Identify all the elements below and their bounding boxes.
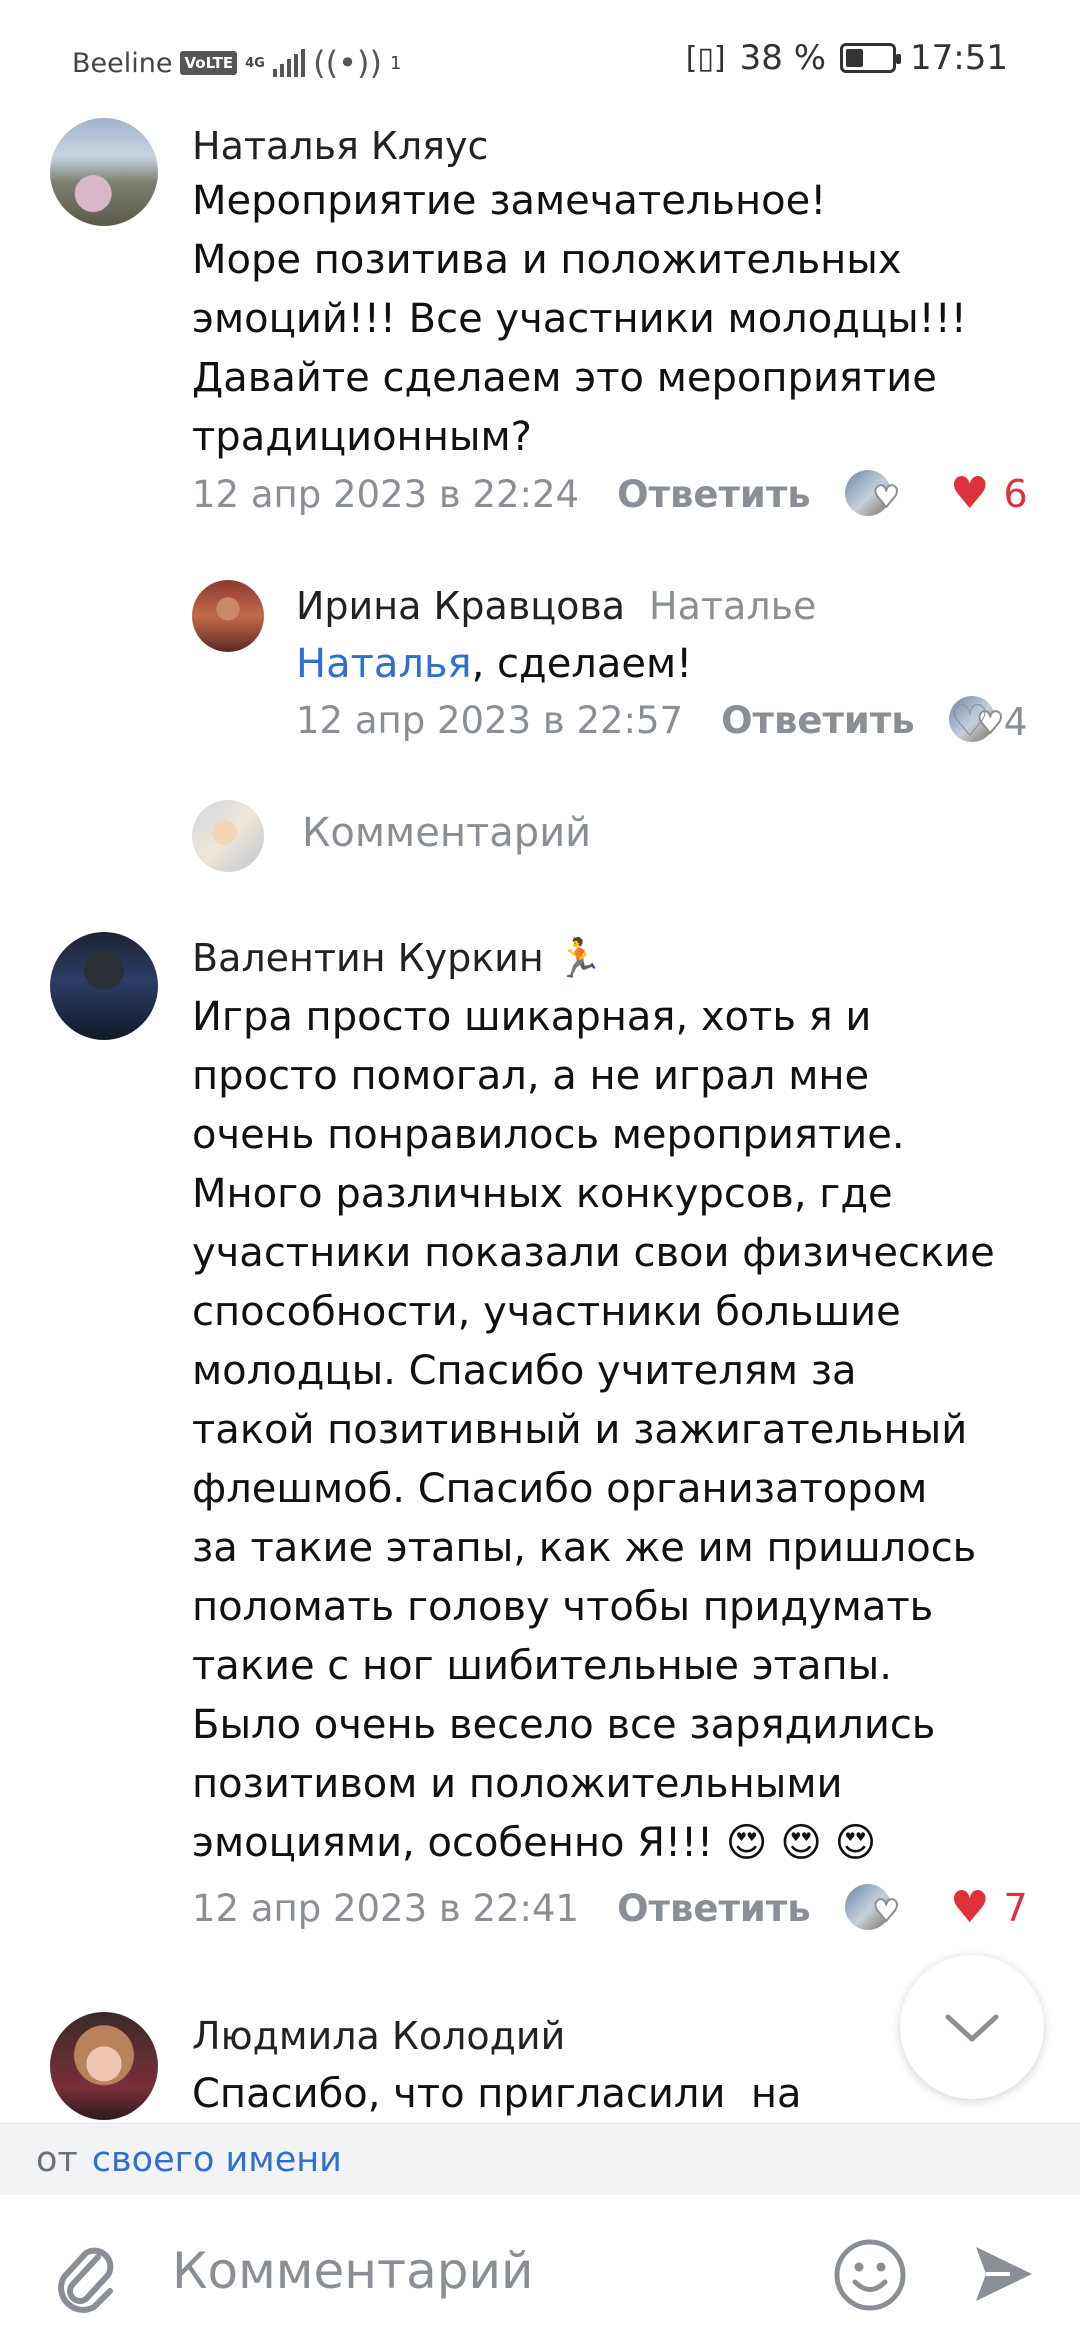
avatar[interactable] — [50, 932, 158, 1040]
status-right: [▯] 38 % 17:51 — [686, 38, 1008, 78]
comment-text: Мероприятие замечательное! Море позитива… — [192, 172, 1080, 467]
current-user-avatar — [192, 800, 264, 872]
reply-button[interactable]: Ответить — [617, 1887, 811, 1930]
comment-text-line: молодцы. Спасибо учителям за — [192, 1348, 857, 1394]
comment-text-line: Игра просто шикарная, хоть я и — [192, 994, 872, 1040]
comment-author[interactable]: Людмила Колодий — [192, 2014, 565, 2058]
comment-text-line: Мероприятие замечательное! — [192, 178, 827, 224]
heart-icon: ♥ — [950, 1882, 990, 1933]
status-bar: Beeline VoLTE 4G ((•)) 1 [▯] 38 % 17:51 — [0, 0, 1080, 104]
comment-date: 12 апр 2023 в 22:41 — [192, 1886, 580, 1930]
comment-text-rest: , сделаем! — [471, 641, 693, 687]
comment-text-line: Много различных конкурсов, где — [192, 1171, 893, 1217]
like-count: 4 — [1003, 699, 1028, 744]
comment-meta: 12 апр 2023 в 22:41 Ответить ♥ — [192, 1884, 907, 1932]
clock: 17:51 — [910, 38, 1008, 78]
comment-date: 12 апр 2023 в 22:24 — [192, 472, 580, 516]
battery-icon — [840, 43, 902, 73]
hotspot-icon: ((•)) — [313, 44, 382, 82]
comment-text-line: Давайте сделаем это мероприятие — [192, 355, 937, 401]
comment-text-line: способности, участники большие — [192, 1289, 901, 1335]
network-type: 4G — [245, 55, 265, 71]
mention-link[interactable]: Наталья — [296, 641, 472, 687]
comment-text-line: Было очень весело все зарядились — [192, 1702, 936, 1748]
like-count: 7 — [1003, 1885, 1028, 1930]
like-button[interactable]: ♥ 6 — [950, 468, 1028, 519]
avatar[interactable] — [50, 2012, 158, 2120]
comment-text-line: позитивом и положительными — [192, 1761, 843, 1807]
author-name[interactable]: Валентин Куркин — [192, 936, 544, 980]
comment-text-line: за такие этапы, как же им пришлось — [192, 1525, 977, 1571]
comment-text-line: очень понравилось мероприятие. — [192, 1112, 905, 1158]
like-button[interactable]: ♡ 4 — [950, 696, 1028, 747]
like-count: 6 — [1003, 471, 1028, 516]
battery-percent: 38 % — [739, 38, 827, 78]
status-left: Beeline VoLTE 4G ((•)) 1 — [72, 44, 401, 82]
comment-text-line: участники показали свои физические — [192, 1230, 995, 1276]
comment-meta: 12 апр 2023 в 22:57 Ответить ♥ — [296, 696, 1011, 744]
likers-avatars[interactable]: ♥ — [844, 470, 907, 518]
reply-from-strip: от своего имени — [0, 2123, 1080, 2195]
comment-text-line: флешмоб. Спасибо организатором — [192, 1466, 928, 1512]
comment-input[interactable] — [172, 2231, 792, 2311]
comment-text-line: эмоций!!! Все участники молодцы!!! — [192, 296, 967, 342]
comment-text-line: такие с ног шибительные этапы. — [192, 1643, 892, 1689]
reply-button[interactable]: Ответить — [617, 473, 811, 516]
heart-outline-icon: ♡ — [950, 696, 990, 747]
comment-meta: 12 апр 2023 в 22:24 Ответить ♥ — [192, 470, 907, 518]
like-button[interactable]: ♥ 7 — [950, 1882, 1028, 1933]
comment-composer — [0, 2195, 1080, 2340]
reply-button[interactable]: Ответить — [721, 699, 915, 742]
smile-icon[interactable] — [832, 2237, 908, 2313]
comment-text-line: эмоциями, особенно Я!!! 😍 😍 😍 — [192, 1820, 877, 1866]
send-icon[interactable] — [970, 2241, 1036, 2307]
volte-badge: VoLTE — [180, 51, 238, 75]
vibrate-icon: [▯] — [685, 40, 726, 76]
reply-from-prefix: от — [36, 2139, 78, 2180]
reply-from-selector[interactable]: своего имени — [92, 2140, 342, 2180]
comment-date: 12 апр 2023 в 22:57 — [296, 698, 684, 742]
chevron-down-icon — [945, 2014, 999, 2042]
avatar[interactable] — [192, 580, 264, 652]
comment-text: Наталья, сделаем! — [296, 635, 1080, 694]
scroll-down-button[interactable] — [900, 1955, 1044, 2099]
signal-icon — [273, 49, 306, 77]
comment-text-line: такой позитивный и зажигательный — [192, 1407, 968, 1453]
thread-comment-prompt[interactable]: Комментарий — [302, 810, 591, 856]
likers-avatars[interactable]: ♥ — [844, 1884, 907, 1932]
author-name[interactable]: Ирина Кравцова — [296, 584, 625, 628]
comment-text-line: поломать голову чтобы придумать — [192, 1584, 934, 1630]
hotspot-count: 1 — [389, 52, 402, 74]
comment-text: Игра просто шикарная, хоть я и просто по… — [192, 988, 1080, 1873]
runner-emoji: 🏃 — [555, 936, 604, 980]
comment-author: Валентин Куркин 🏃 — [192, 936, 603, 981]
comment-text-line: просто помогал, а не играл мне — [192, 1053, 870, 1099]
avatar[interactable] — [50, 118, 158, 226]
carrier-name: Beeline — [72, 47, 173, 79]
reply-to-name[interactable]: Наталье — [649, 584, 816, 628]
heart-icon: ♥ — [950, 468, 990, 519]
comment-text-line: Море позитива и положительных — [192, 237, 902, 283]
comment-text-line: традиционным? — [192, 414, 532, 460]
comment-author[interactable]: Наталья Кляус — [192, 124, 488, 168]
comment-author: Ирина Кравцова Наталье — [296, 584, 816, 628]
paperclip-icon[interactable] — [52, 2235, 120, 2315]
